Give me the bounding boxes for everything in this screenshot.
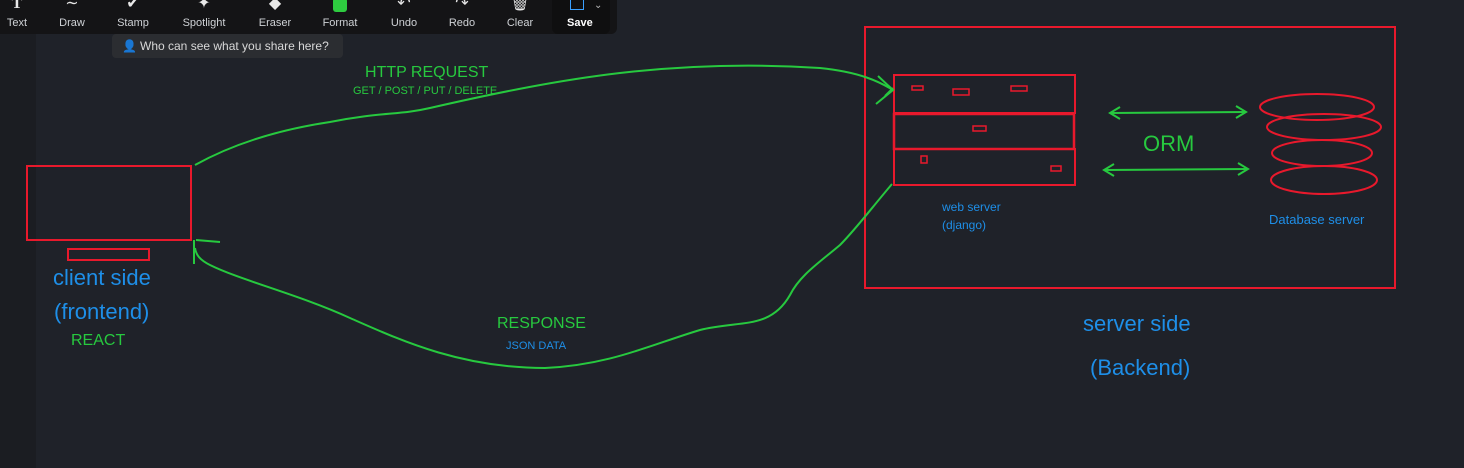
tool-format-label: Format [322,17,358,29]
tool-stamp-label: Stamp [117,17,149,29]
redo-icon: ↷ [455,0,469,12]
format-icon [333,0,347,12]
frontend-label: (frontend) [54,299,150,324]
http-request-label: HTTP REQUEST [365,64,489,81]
tool-text[interactable]: T Text [0,0,34,34]
http-methods-label: GET / POST / PUT / DELETE [353,85,498,97]
tool-eraser[interactable]: ◆ Eraser [253,0,297,34]
tool-undo-label: Undo [390,17,418,29]
save-icon [570,0,584,10]
tool-spotlight-label: Spotlight [182,17,226,29]
http-request-arrow [194,64,895,166]
database-server-label: Database server [1269,212,1365,227]
react-label: REACT [71,332,126,349]
tooltip-text: Who can see what you share here? [140,39,329,53]
web-server-rack-1 [893,74,1076,114]
whiteboard-canvas[interactable] [0,0,1464,468]
undo-icon: ↶ [397,0,411,12]
django-label: (django) [942,218,987,232]
tool-spotlight[interactable]: ✦ Spotlight [176,0,232,34]
client-side-label: client side [53,265,151,290]
web-server-label: web server [942,200,1001,214]
database-icon [1259,93,1382,195]
annotation-toolbar: T Text ∼ Draw ✔ Stamp ✦ Spotlight ◆ Eras… [0,0,617,34]
json-data-label: JSON DATA [506,340,567,352]
trash-icon: 🗑 [509,0,531,12]
tool-clear[interactable]: 🗑 Clear [500,0,540,34]
save-button[interactable]: ⌄ Save [552,0,610,34]
tool-format[interactable]: Format [318,0,362,34]
tool-stamp[interactable]: ✔ Stamp [111,0,155,34]
person-icon: 👤 [122,39,137,53]
tool-undo[interactable]: ↶ Undo [384,0,424,34]
spotlight-icon: ✦ [197,0,211,12]
client-stand [67,248,150,261]
response-label: RESPONSE [497,315,586,332]
tool-draw[interactable]: ∼ Draw [52,0,92,34]
tool-clear-label: Clear [506,17,534,29]
client-box [26,165,192,241]
eraser-icon: ◆ [268,0,282,12]
tool-eraser-label: Eraser [258,17,292,29]
tool-redo-label: Redo [448,17,476,29]
backend-label: (Backend) [1090,355,1191,380]
stamp-icon: ✔ [126,0,140,12]
web-server-rack-3 [893,148,1076,186]
draw-icon: ∼ [65,0,79,12]
tool-text-label: Text [6,17,28,29]
orm-label: ORM [1143,131,1195,156]
text-icon: T [11,0,23,12]
share-visibility-tooltip[interactable]: 👤 Who can see what you share here? [112,34,343,58]
tool-draw-label: Draw [59,17,85,29]
save-label: Save [567,17,593,29]
chevron-down-icon[interactable]: ⌄ [594,0,602,11]
tool-redo[interactable]: ↷ Redo [442,0,482,34]
server-side-box [864,26,1396,289]
server-side-label: server side [1083,311,1191,336]
